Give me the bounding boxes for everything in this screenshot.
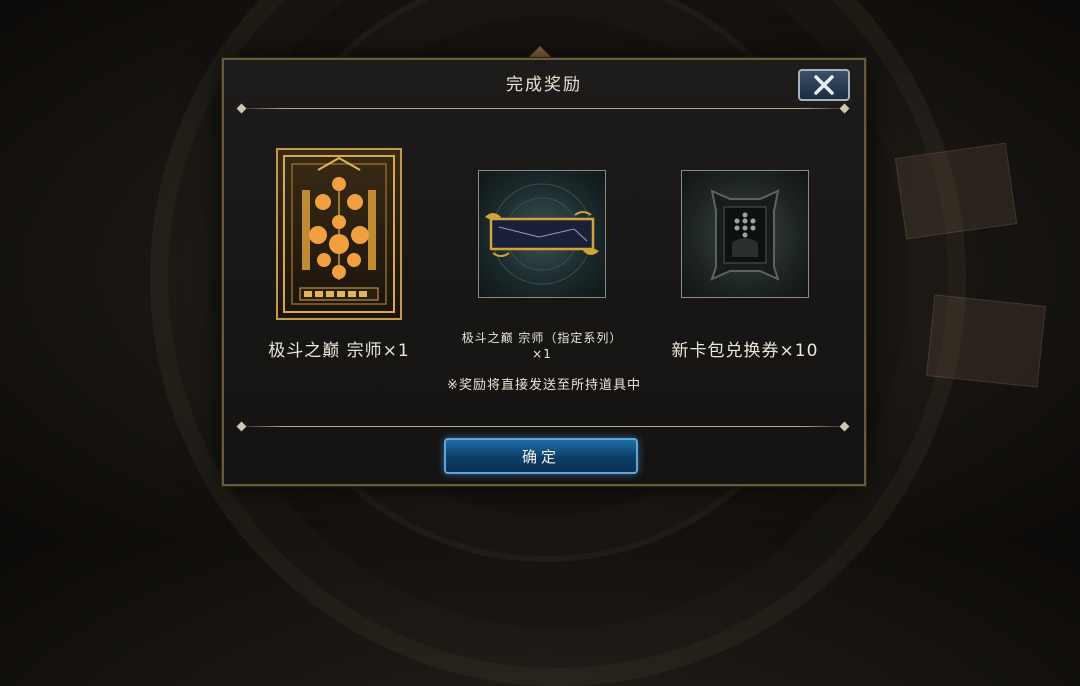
close-x-icon xyxy=(814,75,834,95)
reward-label-3: 新卡包兑换券×10 xyxy=(671,341,819,361)
close-button[interactable] xyxy=(798,69,850,101)
ornate-title-frame-icon xyxy=(485,183,599,285)
reward-item-card-pack-ticket xyxy=(681,170,809,298)
reward-item-golden-card-back xyxy=(276,148,402,320)
golden-card-back-icon xyxy=(283,155,395,313)
confirm-button[interactable]: 确定 xyxy=(444,438,638,474)
reward-label-1: 极斗之巅 宗师×1 xyxy=(268,341,410,361)
reward-label-2-line1: 极斗之巅 宗师（指定系列） xyxy=(461,331,623,345)
top-divider xyxy=(234,108,852,109)
reward-notice: ※奖励将直接发送至所持道具中 xyxy=(447,378,641,393)
background-card xyxy=(926,294,1046,388)
reward-dialog: 完成奖励 极斗之巅 宗师×1 极斗之巅 宗师（指定系列） ×1 新卡包兑换券×1… xyxy=(222,58,866,486)
reward-label-2: 极斗之巅 宗师（指定系列） ×1 xyxy=(446,330,638,362)
dialog-title: 完成奖励 xyxy=(506,75,582,95)
card-pack-ticket-icon xyxy=(710,189,780,281)
dialog-crest-ornament xyxy=(528,46,552,58)
bottom-divider xyxy=(234,426,852,427)
reward-label-2-line2: ×1 xyxy=(532,347,552,361)
reward-item-title-frame xyxy=(478,170,606,298)
background-card xyxy=(894,142,1018,240)
